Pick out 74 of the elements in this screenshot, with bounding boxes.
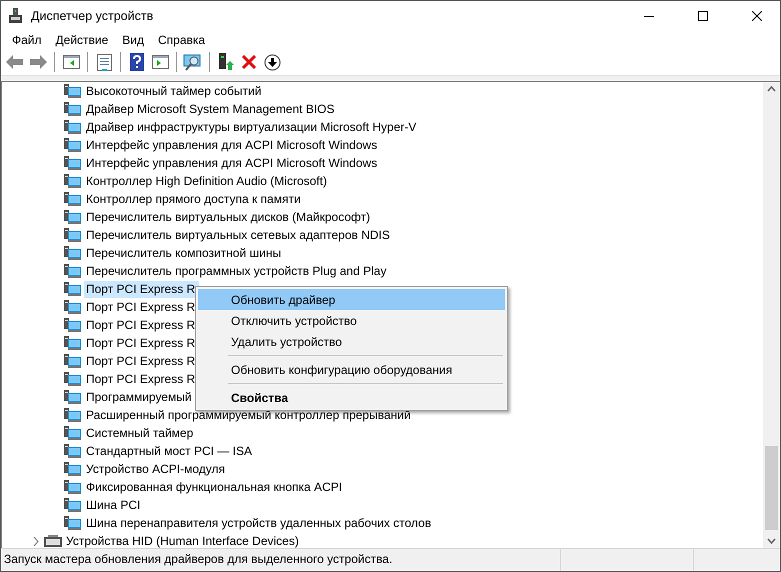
device-icon — [64, 228, 82, 242]
tree-item[interactable]: Контроллер прямого доступа к памяти — [84, 190, 305, 208]
tree-item[interactable]: Устройства HID (Human Interface Devices) — [64, 532, 303, 548]
device-icon — [64, 444, 82, 458]
console-tree-icon[interactable] — [62, 55, 80, 69]
scrollbar[interactable] — [763, 82, 780, 548]
tree-item[interactable]: Интерфейс управления для ACPI Microsoft Windows — [84, 154, 382, 172]
tree-item[interactable]: Интерфейс управления для ACPI Microsoft Windows — [84, 136, 382, 154]
tree-item[interactable]: Шина перенаправителя устройств удаленных рабочих столов — [84, 514, 436, 532]
tree-item[interactable]: Высокоточный таймер событий — [84, 82, 266, 100]
menu-item[interactable]: Файл — [5, 32, 49, 46]
device-icon — [64, 498, 82, 512]
tree-item[interactable]: Порт PCI Express R — [84, 352, 200, 370]
tree-item[interactable]: Порт PCI Express R — [84, 370, 200, 388]
window-title: Диспетчер устройств — [31, 8, 154, 22]
menu-item[interactable]: Удалить устройство — [198, 331, 505, 352]
menu-item[interactable]: Обновить конфигурацию оборудования — [198, 359, 505, 380]
device-icon — [64, 156, 82, 170]
device-icon — [64, 354, 82, 368]
device-icon — [64, 408, 82, 422]
device-icon — [64, 516, 82, 530]
device-icon — [64, 192, 82, 206]
tree-item[interactable]: Фиксированная функциональная кнопка ACPI — [84, 478, 346, 496]
device-icon — [64, 390, 82, 404]
app-icon — [9, 8, 23, 24]
menu-item[interactable]: Обновить драйвер — [198, 289, 505, 310]
tree-item[interactable]: Порт PCI Express R — [84, 334, 200, 352]
help-icon[interactable] — [130, 53, 144, 71]
menu-item[interactable]: Вид — [115, 32, 151, 46]
tree-item[interactable]: Перечислитель композитной шины — [84, 244, 286, 262]
tree-item[interactable]: Перечислитель программных устройств Plug and Play — [84, 262, 390, 280]
close-icon[interactable] — [752, 10, 762, 20]
device-icon — [64, 372, 82, 386]
forward-icon[interactable] — [29, 55, 47, 69]
device-update-icon[interactable] — [218, 53, 234, 71]
tree-item[interactable]: Порт PCI Express R — [84, 280, 200, 298]
tree-item[interactable]: Стандартный мост PCI — ISA — [84, 442, 256, 460]
device-icon — [64, 174, 82, 188]
device-icon — [64, 480, 82, 494]
maximize-icon[interactable] — [698, 10, 708, 20]
tree-item[interactable]: Перечислитель виртуальных сетевых адаптеров NDIS — [84, 226, 394, 244]
menu-item[interactable]: Справка — [151, 32, 212, 46]
tree-item[interactable]: Драйвер инфраструктуры виртуализации Microsoft Hyper-V — [84, 118, 420, 136]
device-icon — [64, 138, 82, 152]
device-icon — [64, 246, 82, 260]
monitor-search-icon[interactable] — [183, 54, 203, 70]
tree-item[interactable]: Программируемый — [84, 388, 196, 406]
device-icon — [64, 300, 82, 314]
device-icon — [64, 210, 82, 224]
device-icon — [64, 318, 82, 332]
device-icon — [64, 282, 82, 296]
tree-item[interactable]: Шина PCI — [84, 496, 144, 514]
device-icon — [64, 102, 82, 116]
back-icon[interactable] — [6, 55, 24, 69]
tree-item[interactable]: Драйвер Microsoft System Management BIOS — [84, 100, 339, 118]
device-icon — [64, 426, 82, 440]
menu-item[interactable]: Свойства — [198, 387, 505, 408]
tree-item[interactable]: Системный таймер — [84, 424, 198, 442]
tree-item[interactable]: Перечислитель виртуальных дисков (Майкрософт) — [84, 208, 374, 226]
tree-item[interactable]: Устройство ACPI-модуля — [84, 460, 230, 478]
menu-item[interactable]: Отключить устройство — [198, 310, 505, 331]
tree-item[interactable]: Контроллер High Definition Audio (Microsoft) — [84, 172, 331, 190]
device-icon — [64, 462, 82, 476]
status-text: Запуск мастера обновления драйверов для выделенного устройства. — [3, 551, 394, 568]
tree-item[interactable]: Расширенный программируемый контроллер прерываний — [84, 406, 415, 424]
menu-item[interactable]: Действие — [48, 32, 116, 46]
device-icon — [64, 120, 82, 134]
action-pane-icon[interactable] — [152, 55, 168, 69]
properties-icon[interactable] — [96, 54, 112, 70]
tree-item[interactable]: Порт PCI Express R — [84, 316, 200, 334]
device-icon — [64, 264, 82, 278]
scrollbar-thumb[interactable] — [765, 446, 778, 530]
tree-item[interactable]: Порт PCI Express R — [84, 298, 200, 316]
device-icon — [64, 336, 82, 350]
